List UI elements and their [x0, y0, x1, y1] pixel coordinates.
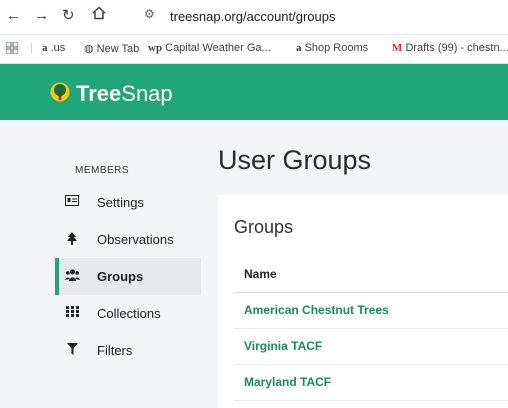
treesnap-logo-icon[interactable]: [50, 82, 70, 102]
bookmark-item[interactable]: a Shop Rooms: [296, 42, 368, 54]
url-text: treesnap.org/account/groups: [170, 9, 336, 24]
bookmarks-bar: | a .us ◍ New Tab wp Capital Weather Ga.…: [0, 35, 508, 64]
column-header-name[interactable]: Name: [244, 267, 277, 281]
group-link[interactable]: Virginia TACF: [244, 339, 322, 353]
table-row: Maryland TACF: [234, 365, 508, 401]
amazon-icon: a: [296, 42, 302, 54]
reload-icon[interactable]: ↻: [62, 6, 75, 26]
page-title: User Groups: [218, 145, 372, 175]
address-bar[interactable]: ⚙ treesnap.org/account/groups: [144, 6, 508, 28]
globe-icon: ◍: [84, 43, 94, 55]
sidebar-item-collections[interactable]: Collections: [55, 295, 197, 332]
group-link[interactable]: Maryland TACF: [244, 375, 331, 389]
users-icon: [65, 269, 80, 284]
bookmark-item[interactable]: a .us: [42, 42, 65, 54]
bookmark-item[interactable]: M Drafts (99) - chestn...: [392, 42, 508, 54]
table-row: Virginia TACF: [234, 329, 508, 365]
sidebar-item-groups[interactable]: Groups: [55, 258, 201, 295]
groups-panel: Groups Name American Chestnut Trees Virg…: [218, 195, 508, 408]
sidebar-section-title: MEMBERS: [75, 165, 130, 176]
table-row: American Chestnut Trees: [234, 293, 508, 329]
home-icon[interactable]: [92, 6, 106, 26]
back-icon[interactable]: ←: [6, 6, 21, 26]
tree-icon: [65, 232, 79, 248]
sidebar-item-filters[interactable]: Filters: [55, 332, 197, 369]
bookmark-item[interactable]: ◍ New Tab: [84, 42, 139, 55]
group-link[interactable]: American Chestnut Trees: [244, 303, 389, 317]
app-header: TreeSnap: [0, 64, 508, 120]
bookmark-divider: |: [30, 42, 33, 54]
panel-title: Groups: [234, 217, 294, 237]
sidebar-item-settings[interactable]: Settings: [55, 184, 197, 221]
app-logo[interactable]: TreeSnap: [76, 81, 173, 107]
forward-icon[interactable]: →: [34, 6, 49, 26]
gmail-icon: M: [392, 42, 403, 54]
bookmark-item[interactable]: wp Capital Weather Ga...: [148, 42, 271, 54]
site-info-icon[interactable]: ⚙: [144, 7, 155, 21]
filter-icon: [65, 343, 79, 358]
page-content: MEMBERS Settings Observations Groups Col…: [0, 120, 508, 408]
apps-grid-icon[interactable]: [5, 41, 19, 57]
grid-icon: [65, 306, 79, 320]
id-card-icon: [65, 195, 79, 209]
washington-post-icon: wp: [148, 42, 163, 54]
amazon-icon: a: [42, 42, 48, 54]
browser-toolbar: ← → ↻ ⚙ treesnap.org/account/groups: [0, 0, 508, 35]
sidebar-item-observations[interactable]: Observations: [55, 221, 197, 258]
